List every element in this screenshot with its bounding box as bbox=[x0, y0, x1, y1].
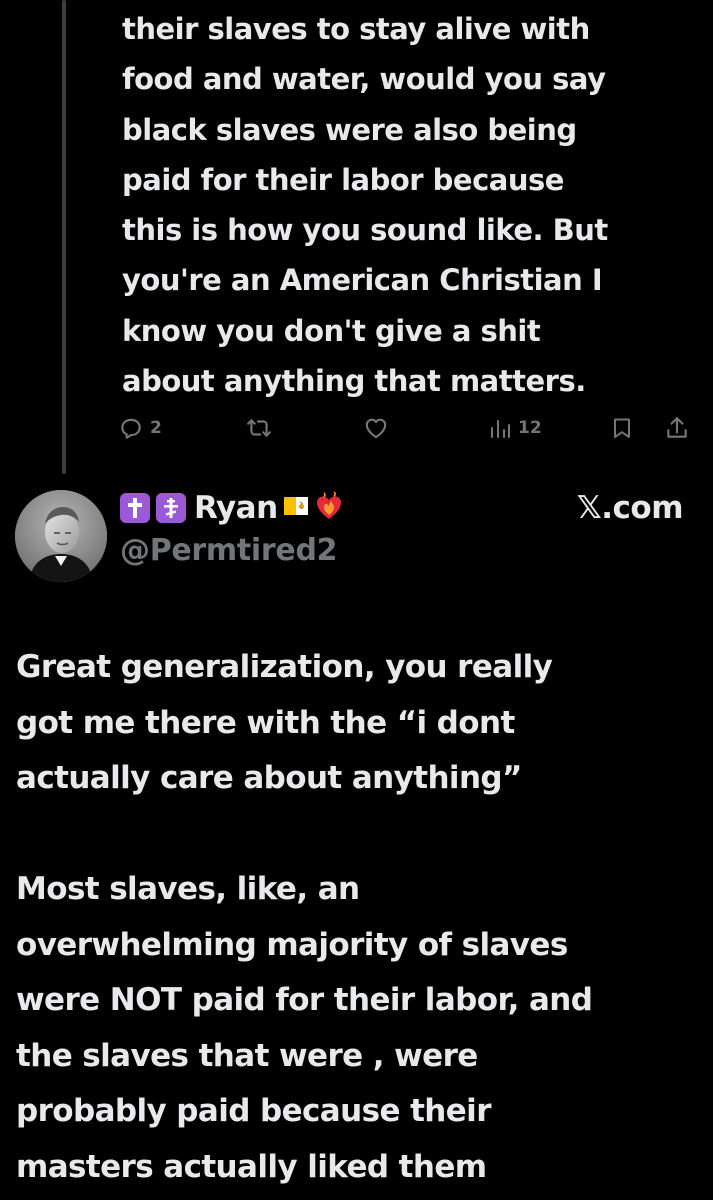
post-paragraph: Great generalization, you really got me … bbox=[16, 649, 553, 796]
bookmark-icon bbox=[610, 415, 634, 441]
repost-arrows-icon bbox=[244, 415, 274, 441]
reply-count: 2 bbox=[150, 418, 162, 438]
bookmark-button[interactable] bbox=[610, 408, 634, 448]
like-button[interactable] bbox=[362, 408, 390, 448]
latin-cross-emoji bbox=[120, 493, 150, 523]
reply-button[interactable]: 2 bbox=[118, 408, 162, 448]
source-watermark: 𝕏.com bbox=[576, 490, 684, 526]
user-handle[interactable]: @Permtired2 bbox=[120, 533, 338, 568]
bar-chart-icon bbox=[488, 415, 512, 441]
reply-tweet-text: their slaves to stay alive with food and… bbox=[122, 12, 608, 399]
display-name[interactable]: Ryan bbox=[120, 486, 344, 530]
orthodox-cross-emoji bbox=[156, 493, 186, 523]
repost-button[interactable] bbox=[244, 408, 274, 448]
share-upload-icon bbox=[664, 415, 690, 441]
heart-icon bbox=[362, 415, 390, 441]
avatar[interactable] bbox=[15, 490, 107, 582]
reply-action-bar: 2 12 bbox=[118, 408, 698, 448]
share-button[interactable] bbox=[664, 408, 690, 448]
heart-on-fire-emoji bbox=[314, 490, 344, 526]
speech-bubble-icon bbox=[118, 415, 144, 441]
views-button[interactable]: 12 bbox=[488, 408, 542, 448]
post-body: Great generalization, you really got me … bbox=[16, 640, 706, 1195]
post-paragraph: Most slaves, like, an overwhelming major… bbox=[16, 871, 593, 1185]
view-count: 12 bbox=[518, 418, 542, 438]
thread-connector-line bbox=[62, 0, 66, 474]
vatican-flag-emoji bbox=[283, 497, 308, 519]
display-name-text: Ryan bbox=[194, 490, 278, 526]
